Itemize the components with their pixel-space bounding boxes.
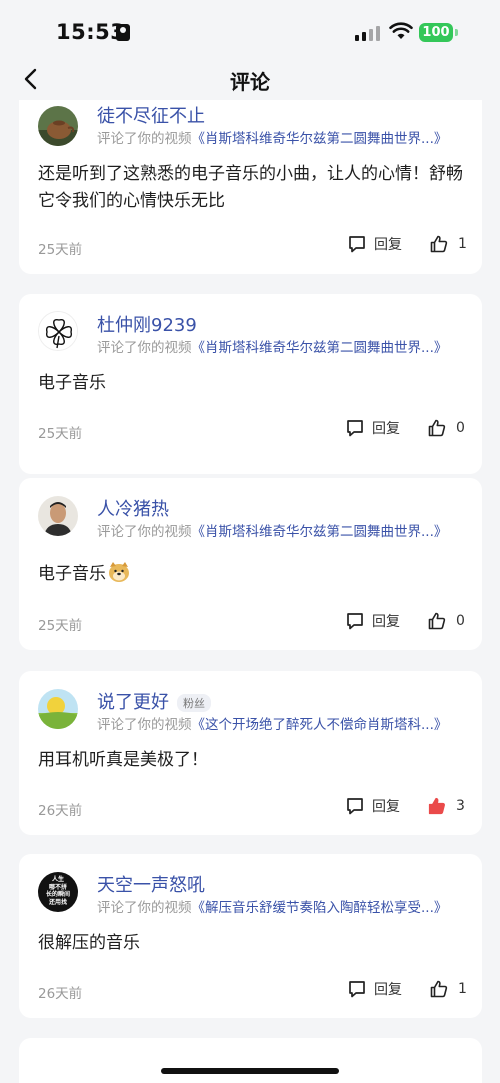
comment-meta: 评论了你的视频《解压音乐舒缓节奏陷入陶醉轻松享受...》 [97,896,447,916]
like-button[interactable]: 0 [427,611,465,631]
avatar-text-line: 长的瞬间 [45,891,70,898]
reply-bubble-icon [347,613,363,630]
fan-badge: 粉丝 [177,694,211,712]
reply-label: 回复 [372,614,400,630]
like-count: 1 [458,236,467,252]
commented-prefix: 评论了你的视频 [97,524,192,540]
reply-label: 回复 [372,421,400,437]
reply-bubble-icon [349,236,365,253]
video-link[interactable]: 《肖斯塔科维奇华尔兹第二圆舞曲世界...》 [192,340,448,356]
reply-button[interactable]: 回复 [345,796,400,816]
comment-meta: 评论了你的视频《这个开场绝了醉死人不偿命肖斯塔科...》 [97,713,447,733]
avatar[interactable] [38,106,78,146]
video-link[interactable]: 《肖斯塔科维奇华尔兹第二圆舞曲世界...》 [192,131,448,147]
comment-card[interactable] [19,1038,482,1083]
thumbs-up-icon [430,980,448,998]
status-bar: 15:53 100 [0,0,500,60]
username[interactable]: 天空一声怒吼 [97,871,205,897]
comment-text: 电子音乐 [38,561,468,588]
like-button[interactable]: 1 [429,979,467,999]
comment-list[interactable]: 徒不尽征不止 评论了你的视频《肖斯塔科维奇华尔兹第二圆舞曲世界...》 还是听到… [0,100,500,1083]
avatar[interactable] [38,311,78,351]
comment-card[interactable]: 人生 哪不拼 长的瞬间 还用找 天空一声怒吼 评论了你的视频《解压音乐舒缓节奏陷… [19,854,482,1018]
reply-button[interactable]: 回复 [347,234,402,254]
avatar-text: 人生 哪不拼 长的瞬间 还用找 [38,876,78,906]
comment-text: 电子音乐 [38,373,106,393]
comment-text-content: 电子音乐 [38,564,106,584]
comment-meta: 评论了你的视频《肖斯塔科维奇华尔兹第二圆舞曲世界...》 [97,336,447,356]
reply-button[interactable]: 回复 [345,418,400,438]
thumbs-up-icon-active [428,797,445,815]
like-button[interactable]: 1 [429,234,467,254]
comment-card[interactable]: 杜仲刚9239 评论了你的视频《肖斯塔科维奇华尔兹第二圆舞曲世界...》 电子音… [19,294,482,474]
comment-text: 很解压的音乐 [38,933,140,953]
like-count: 0 [456,420,465,436]
like-button[interactable]: 3 [427,796,465,816]
like-count: 0 [456,613,465,629]
commented-prefix: 评论了你的视频 [97,131,192,147]
video-link[interactable]: 《肖斯塔科维奇华尔兹第二圆舞曲世界...》 [192,524,448,540]
avatar[interactable] [38,689,78,729]
avatar-text-line: 人生 [51,876,64,883]
like-count: 3 [456,798,465,814]
battery-tip [455,29,458,36]
home-indicator[interactable] [161,1068,339,1074]
reply-label: 回复 [374,237,402,253]
id-card-icon [116,24,130,41]
comment-card[interactable]: 人冷猪热 评论了你的视频《肖斯塔科维奇华尔兹第二圆舞曲世界...》 电子音乐 2… [19,478,482,650]
comment-date: 26天前 [38,803,83,819]
avatar[interactable]: 人生 哪不拼 长的瞬间 还用找 [38,872,78,912]
comment-meta: 评论了你的视频《肖斯塔科维奇华尔兹第二圆舞曲世界...》 [97,127,447,147]
reply-label: 回复 [372,799,400,815]
wifi-icon [389,22,413,39]
username[interactable]: 人冷猪热 [97,495,169,521]
reply-bubble-icon [347,798,363,815]
username-text[interactable]: 说了更好 [97,692,169,713]
like-count: 1 [458,981,467,997]
comment-date: 25天前 [38,426,83,442]
thumbs-up-icon [428,419,446,437]
avatar[interactable] [38,496,78,536]
comment-card[interactable]: 说了更好 粉丝 评论了你的视频《这个开场绝了醉死人不偿命肖斯塔科...》 用耳机听… [19,671,482,835]
reply-bubble-icon [347,420,363,437]
username[interactable]: 杜仲刚9239 [97,311,197,337]
like-button[interactable]: 0 [427,418,465,438]
status-time: 15:53 [56,20,126,44]
comment-date: 25天前 [38,618,83,634]
commented-prefix: 评论了你的视频 [97,900,192,916]
avatar-text-line: 还用找 [48,898,67,906]
thumbs-up-icon [428,612,446,630]
video-link[interactable]: 《解压音乐舒缓节奏陷入陶醉轻松享受...》 [192,900,448,916]
battery-indicator: 100 [419,23,453,42]
comment-card[interactable]: 徒不尽征不止 评论了你的视频《肖斯塔科维奇华尔兹第二圆舞曲世界...》 还是听到… [19,100,482,274]
comment-text: 还是听到了这熟悉的电子音乐的小曲，让人的心情！舒畅它令我们的心情快乐无比 [38,164,463,211]
comment-meta: 评论了你的视频《肖斯塔科维奇华尔兹第二圆舞曲世界...》 [97,520,447,540]
video-link[interactable]: 《这个开场绝了醉死人不偿命肖斯塔科...》 [192,717,448,733]
page-title: 评论 [230,70,270,94]
reply-button[interactable]: 回复 [347,979,402,999]
comment-date: 26天前 [38,986,83,1002]
avatar-text-line: 哪不拼 [48,883,67,891]
signal-icon [355,26,380,41]
reply-bubble-icon [349,981,365,998]
reply-label: 回复 [374,982,402,998]
comment-text: 用耳机听真是美极了！ [38,750,208,770]
comment-date: 25天前 [38,242,83,258]
reply-button[interactable]: 回复 [345,611,400,631]
commented-prefix: 评论了你的视频 [97,717,192,733]
username[interactable]: 说了更好 粉丝 [97,688,211,714]
thumbs-up-icon [430,235,448,253]
nav-bar: 评论 [0,60,500,100]
commented-prefix: 评论了你的视频 [97,340,192,356]
doge-emoji-icon [109,562,129,582]
username[interactable]: 徒不尽征不止 [97,102,205,128]
